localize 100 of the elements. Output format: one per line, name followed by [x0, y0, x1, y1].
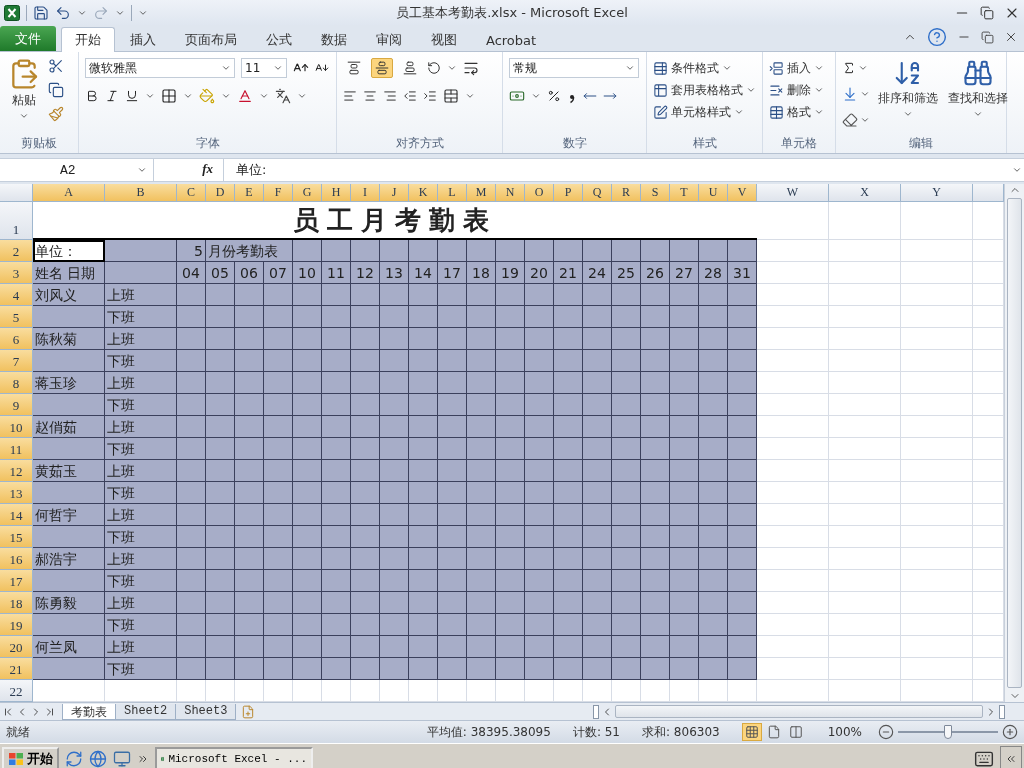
new-sheet-icon[interactable]: [241, 704, 256, 719]
last-sheet-icon[interactable]: [44, 705, 56, 718]
column-header[interactable]: T: [670, 184, 699, 202]
ribbon-tab[interactable]: 审阅: [362, 27, 416, 52]
ribbon-tab[interactable]: Acrobat: [472, 27, 551, 52]
row-header[interactable]: 7: [0, 350, 33, 372]
caret-icon[interactable]: [465, 91, 475, 101]
ribbon-tab[interactable]: 公式: [252, 27, 306, 52]
table-icon[interactable]: [769, 104, 784, 120]
column-header[interactable]: R: [612, 184, 641, 202]
name-box[interactable]: A2: [0, 159, 154, 181]
editing-button[interactable]: 查找和选择: [946, 58, 1010, 135]
sheet-tab[interactable]: Sheet3: [175, 703, 237, 720]
caret-icon[interactable]: [903, 109, 913, 119]
column-header[interactable]: V: [728, 184, 757, 202]
merge-cells-icon[interactable]: [443, 88, 459, 104]
ribbon-tab[interactable]: 数据: [307, 27, 361, 52]
caret-icon[interactable]: [860, 89, 870, 99]
table-properties-icon[interactable]: [653, 60, 668, 76]
column-header[interactable]: Q: [583, 184, 612, 202]
font-color-icon[interactable]: [237, 88, 253, 104]
row-header[interactable]: 1: [0, 202, 33, 240]
caret-icon[interactable]: [145, 91, 155, 101]
caret-icon[interactable]: [1012, 165, 1022, 175]
insert-rows-icon[interactable]: [769, 60, 784, 76]
row-header[interactable]: 4: [0, 284, 33, 306]
number-format-field[interactable]: 常规: [509, 58, 639, 78]
column-header[interactable]: Y: [901, 184, 973, 202]
percent-icon[interactable]: [547, 89, 561, 103]
column-header[interactable]: K: [409, 184, 438, 202]
row-header[interactable]: 14: [0, 504, 33, 526]
styles-button[interactable]: 条件格式: [653, 58, 756, 78]
sum-icon[interactable]: [842, 61, 856, 75]
caret-icon[interactable]: [137, 165, 147, 175]
row-header[interactable]: 5: [0, 306, 33, 328]
row-header[interactable]: 21: [0, 658, 33, 680]
caret-icon[interactable]: [531, 91, 541, 101]
ribbon-tab[interactable]: 插入: [116, 27, 170, 52]
column-header[interactable]: S: [641, 184, 670, 202]
column-header[interactable]: A: [33, 184, 105, 202]
sheet-tab[interactable]: Sheet2: [115, 703, 177, 720]
fill-color-icon[interactable]: [199, 88, 215, 104]
font-size-field[interactable]: 11: [241, 58, 287, 78]
ribbon-tab[interactable]: 开始: [61, 27, 115, 52]
format-painter-icon[interactable]: [48, 106, 64, 122]
refresh-icon[interactable]: [65, 750, 83, 768]
more-icon[interactable]: [137, 753, 149, 765]
row-header[interactable]: 16: [0, 548, 33, 570]
row-header[interactable]: 6: [0, 328, 33, 350]
wrap-text-icon[interactable]: [463, 60, 479, 76]
align-center-icon[interactable]: [363, 89, 377, 103]
horizontal-scrollbar[interactable]: [593, 704, 1005, 719]
row-header[interactable]: 8: [0, 372, 33, 394]
column-header[interactable]: D: [206, 184, 235, 202]
caret-icon[interactable]: [722, 63, 732, 73]
column-header[interactable]: F: [264, 184, 293, 202]
pen-square-icon[interactable]: [653, 104, 668, 120]
cells-button[interactable]: 插入: [769, 58, 824, 78]
split-handle[interactable]: [593, 704, 599, 719]
caret-icon[interactable]: [746, 85, 756, 95]
caret-icon[interactable]: [860, 115, 870, 125]
ribbon-tab[interactable]: 页面布局: [171, 27, 251, 52]
caret-icon[interactable]: [221, 63, 231, 73]
zoom-out-icon[interactable]: [878, 724, 894, 740]
insert-function-button[interactable]: fx: [154, 159, 224, 181]
row-header[interactable]: 9: [0, 394, 33, 416]
undo-icon[interactable]: [55, 4, 71, 21]
caret-icon[interactable]: [447, 63, 457, 73]
globe-icon[interactable]: [89, 750, 107, 768]
cells-button[interactable]: 格式: [769, 102, 824, 122]
start-button[interactable]: 开始: [2, 747, 59, 768]
help-icon[interactable]: [927, 27, 947, 47]
zoom-thumb[interactable]: [944, 725, 952, 739]
sheet-tab[interactable]: 考勤表: [62, 703, 116, 720]
column-header[interactable]: N: [496, 184, 525, 202]
align-right-icon[interactable]: [383, 89, 397, 103]
caret-icon[interactable]: [221, 91, 231, 101]
row-header[interactable]: 15: [0, 526, 33, 548]
delete-list-icon[interactable]: [769, 82, 784, 98]
column-header[interactable]: W: [757, 184, 829, 202]
borders-icon[interactable]: [161, 88, 177, 104]
currency-icon[interactable]: [509, 88, 525, 104]
editing-button[interactable]: 排序和筛选: [876, 58, 940, 135]
first-sheet-icon[interactable]: [2, 705, 14, 718]
column-header[interactable]: O: [525, 184, 554, 202]
column-header[interactable]: M: [467, 184, 496, 202]
column-header[interactable]: C: [177, 184, 206, 202]
row-header[interactable]: 10: [0, 416, 33, 438]
file-tab[interactable]: 文件: [0, 26, 56, 51]
row-header[interactable]: 2: [0, 240, 33, 262]
caret-icon[interactable]: [814, 107, 824, 117]
monitor-icon[interactable]: [113, 750, 131, 768]
column-header[interactable]: H: [322, 184, 351, 202]
caret-icon[interactable]: [297, 91, 307, 101]
column-header[interactable]: P: [554, 184, 583, 202]
row-header[interactable]: 3: [0, 262, 33, 284]
rotate-text-icon[interactable]: [427, 61, 441, 75]
cells-button[interactable]: 删除: [769, 80, 824, 100]
column-header[interactable]: [973, 184, 1004, 202]
row-header[interactable]: 11: [0, 438, 33, 460]
